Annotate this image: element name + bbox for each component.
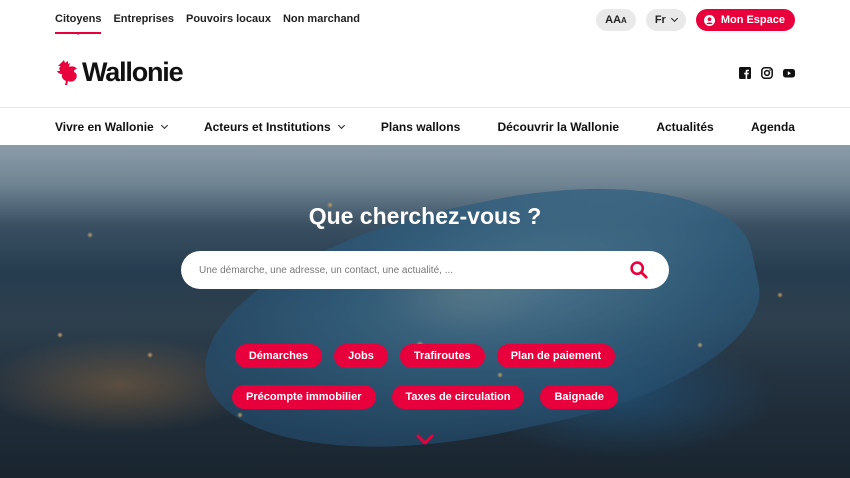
language-select[interactable]: Fr — [645, 9, 686, 31]
nav-item-label: Agenda — [750, 120, 795, 134]
quick-links-row-2: Précompte immobilier Taxes de circulatio… — [0, 385, 850, 409]
quick-link-precompte-immobilier[interactable]: Précompte immobilier — [231, 385, 376, 409]
header-tools: AA A Fr Mon Espace — [596, 9, 795, 31]
chevron-down-icon — [416, 434, 434, 445]
main-navigation: Vivre en Wallonie Acteurs et Institution… — [0, 109, 850, 145]
nav-item-label: Plans wallons — [380, 120, 461, 134]
nav-item-label: Découvrir la Wallonie — [497, 120, 620, 134]
search-input[interactable] — [199, 260, 619, 280]
audience-tabs: Citoyens Entreprises Pouvoirs locaux Non… — [55, 13, 360, 35]
quick-link-plan-de-paiement[interactable]: Plan de paiement — [496, 344, 616, 368]
text-size-small: A — [621, 15, 627, 25]
nav-item-agenda[interactable]: Agenda — [751, 120, 795, 134]
nav-item-label: Vivre en Wallonie — [55, 120, 154, 134]
nav-item-vivre-en-wallonie[interactable]: Vivre en Wallonie — [55, 120, 168, 134]
top-utility-bar: Citoyens Entreprises Pouvoirs locaux Non… — [0, 0, 850, 40]
quick-links-row-1: Démarches Jobs Trafiroutes Plan de paiem… — [0, 344, 850, 368]
youtube-icon[interactable] — [783, 66, 795, 78]
audience-tab-pouvoirs-locaux[interactable]: Pouvoirs locaux — [186, 13, 271, 29]
wallonie-logo[interactable]: Wallonie — [55, 57, 184, 88]
user-icon — [703, 14, 715, 26]
audience-tab-entreprises[interactable]: Entreprises — [113, 13, 174, 29]
mon-espace-label: Mon Espace — [720, 14, 785, 26]
quick-link-trafiroutes[interactable]: Trafiroutes — [399, 344, 485, 368]
nav-item-decouvrir-la-wallonie[interactable]: Découvrir la Wallonie — [498, 120, 620, 134]
audience-tab-citoyens[interactable]: Citoyens — [55, 13, 102, 35]
instagram-icon[interactable] — [761, 66, 773, 79]
brand-name: Wallonie — [82, 57, 184, 87]
chevron-down-icon — [670, 14, 678, 23]
rooster-logo-icon — [57, 59, 77, 85]
search-button[interactable] — [629, 260, 649, 280]
nav-item-actualites[interactable]: Actualités — [656, 120, 713, 134]
text-size-button[interactable]: AA A — [596, 9, 636, 31]
language-label: Fr — [654, 14, 666, 26]
chevron-down-icon — [337, 121, 345, 130]
hero-background-overlay — [0, 145, 850, 478]
brand-bar: Wallonie — [0, 40, 850, 108]
hero-title: Que cherchez-vous ? — [308, 203, 542, 229]
facebook-icon[interactable] — [739, 66, 751, 79]
nav-item-label: Actualités — [656, 120, 714, 134]
quick-link-taxes-de-circulation[interactable]: Taxes de circulation — [391, 385, 525, 409]
nav-item-acteurs-et-institutions[interactable]: Acteurs et Institutions — [203, 120, 345, 134]
nav-item-plans-wallons[interactable]: Plans wallons — [381, 120, 460, 134]
quick-link-jobs[interactable]: Jobs — [334, 344, 388, 368]
search-bar — [181, 251, 669, 289]
quick-link-baignade[interactable]: Baignade — [540, 385, 618, 409]
social-links — [739, 66, 795, 79]
search-icon — [630, 261, 648, 279]
mon-espace-button[interactable]: Mon Espace — [695, 9, 795, 31]
scroll-down-button[interactable] — [416, 433, 434, 447]
chevron-down-icon — [160, 121, 168, 130]
quick-link-demarches[interactable]: Démarches — [234, 344, 323, 368]
hero-section: Que cherchez-vous ? Démarches Jobs Trafi… — [0, 145, 850, 478]
nav-item-label: Acteurs et Institutions — [203, 120, 331, 134]
audience-tab-non-marchand[interactable]: Non marchand — [283, 13, 360, 29]
text-size-label: AA — [605, 14, 622, 26]
